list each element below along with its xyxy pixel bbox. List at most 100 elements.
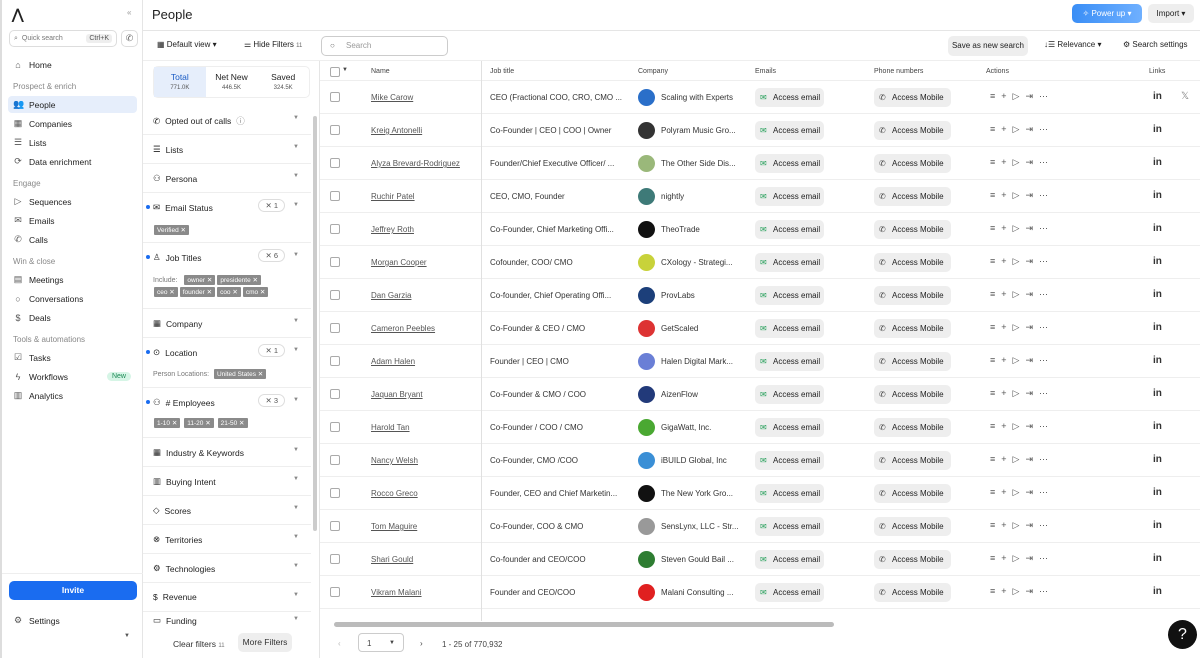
send-sequence-icon[interactable]: ▷ xyxy=(1013,355,1026,365)
apollo-logo-icon[interactable]: ⋀ xyxy=(12,6,23,23)
more-icon[interactable]: ⋯ xyxy=(1039,157,1054,167)
access-mobile-button[interactable]: ✆ Access Mobile xyxy=(874,451,951,470)
clear-count-button[interactable]: ✕ 6 xyxy=(258,249,285,262)
row-checkbox[interactable] xyxy=(330,587,340,597)
add-to-list-icon[interactable]: ≡+ xyxy=(990,190,1013,200)
access-mobile-button[interactable]: ✆ Access Mobile xyxy=(874,121,951,140)
power-up-button[interactable]: ✧ Power up ▾ xyxy=(1072,4,1142,23)
row-checkbox[interactable] xyxy=(330,356,340,366)
access-mobile-button[interactable]: ✆ Access Mobile xyxy=(874,286,951,305)
row-checkbox[interactable] xyxy=(330,224,340,234)
more-filters-button[interactable]: More Filters xyxy=(238,633,292,652)
add-to-list-icon[interactable]: ≡+ xyxy=(990,553,1013,563)
add-to-list-icon[interactable]: ≡+ xyxy=(990,223,1013,233)
filter-email-status[interactable]: ✉ Email Status ✕ 1 ▼ Verified ✕ xyxy=(143,193,311,243)
nav-home[interactable]: ⌂ Home xyxy=(8,56,137,73)
export-icon[interactable]: ⇥ xyxy=(1025,190,1039,200)
company-name[interactable]: Malani Consulting ... xyxy=(661,588,743,597)
nav-workflows[interactable]: ϟ Workflows New xyxy=(8,368,137,385)
export-icon[interactable]: ⇥ xyxy=(1025,553,1039,563)
company-name[interactable]: SensLynx, LLC - Str... xyxy=(661,522,743,531)
row-checkbox[interactable] xyxy=(330,389,340,399)
access-email-button[interactable]: ✉ Access email xyxy=(755,517,824,536)
person-name-link[interactable]: Jeffrey Roth xyxy=(371,225,414,234)
company-name[interactable]: GigaWatt, Inc. xyxy=(661,423,743,432)
company-name[interactable]: AizenFlow xyxy=(661,390,743,399)
person-name-link[interactable]: Harold Tan xyxy=(371,423,410,432)
access-email-button[interactable]: ✉ Access email xyxy=(755,220,824,239)
send-sequence-icon[interactable]: ▷ xyxy=(1013,520,1026,530)
export-icon[interactable]: ⇥ xyxy=(1025,421,1039,431)
nav-tasks[interactable]: ☑ Tasks xyxy=(8,349,137,366)
clear-count-button[interactable]: ✕ 1 xyxy=(258,199,285,212)
add-to-list-icon[interactable]: ≡+ xyxy=(990,124,1013,134)
more-icon[interactable]: ⋯ xyxy=(1039,190,1054,200)
access-mobile-button[interactable]: ✆ Access Mobile xyxy=(874,583,951,602)
row-checkbox[interactable] xyxy=(330,92,340,102)
chip[interactable]: owner ✕ xyxy=(184,275,216,285)
add-to-list-icon[interactable]: ≡+ xyxy=(990,421,1013,431)
filter-buying-intent[interactable]: ▥ Buying Intent ▼ xyxy=(143,467,311,496)
send-sequence-icon[interactable]: ▷ xyxy=(1013,388,1026,398)
export-icon[interactable]: ⇥ xyxy=(1025,487,1039,497)
access-email-button[interactable]: ✉ Access email xyxy=(755,88,824,107)
access-mobile-button[interactable]: ✆ Access Mobile xyxy=(874,319,951,338)
person-name-link[interactable]: Ruchir Patel xyxy=(371,192,415,201)
filter-industry[interactable]: ▦ Industry & Keywords ▼ xyxy=(143,438,311,467)
nav-meetings[interactable]: ▤ Meetings xyxy=(8,271,137,288)
more-icon[interactable]: ⋯ xyxy=(1039,289,1054,299)
chip[interactable]: founder ✕ xyxy=(179,287,216,297)
linkedin-icon[interactable]: in xyxy=(1153,586,1162,597)
tab-total[interactable]: Total 771.0K xyxy=(154,67,206,97)
nav-data-enrichment[interactable]: ⟳ Data enrichment xyxy=(8,153,137,170)
company-name[interactable]: The Other Side Dis... xyxy=(661,159,743,168)
filters-scrollbar[interactable] xyxy=(313,116,317,531)
search-settings-button[interactable]: ⚙ Search settings xyxy=(1123,40,1188,49)
access-email-button[interactable]: ✉ Access email xyxy=(755,385,824,404)
send-sequence-icon[interactable]: ▷ xyxy=(1013,586,1026,596)
more-icon[interactable]: ⋯ xyxy=(1039,553,1054,563)
nav-calls[interactable]: ✆ Calls xyxy=(8,231,137,248)
access-email-button[interactable]: ✉ Access email xyxy=(755,253,824,272)
more-icon[interactable]: ⋯ xyxy=(1039,256,1054,266)
filter-lists[interactable]: ☰ Lists ▼ xyxy=(143,135,311,164)
access-mobile-button[interactable]: ✆ Access Mobile xyxy=(874,550,951,569)
send-sequence-icon[interactable]: ▷ xyxy=(1013,322,1026,332)
access-mobile-button[interactable]: ✆ Access Mobile xyxy=(874,220,951,239)
dialer-button[interactable]: ✆ xyxy=(121,30,138,47)
row-checkbox[interactable] xyxy=(330,125,340,135)
send-sequence-icon[interactable]: ▷ xyxy=(1013,223,1026,233)
linkedin-icon[interactable]: in xyxy=(1153,91,1162,102)
access-mobile-button[interactable]: ✆ Access Mobile xyxy=(874,187,951,206)
add-to-list-icon[interactable]: ≡+ xyxy=(990,454,1013,464)
access-email-button[interactable]: ✉ Access email xyxy=(755,352,824,371)
nav-analytics[interactable]: ▥ Analytics xyxy=(8,387,137,404)
send-sequence-icon[interactable]: ▷ xyxy=(1013,91,1026,101)
export-icon[interactable]: ⇥ xyxy=(1025,223,1039,233)
linkedin-icon[interactable]: in xyxy=(1153,190,1162,201)
more-icon[interactable]: ⋯ xyxy=(1039,421,1054,431)
filter-revenue[interactable]: $ Revenue ▼ xyxy=(143,583,311,612)
company-name[interactable]: Polyram Music Gro... xyxy=(661,126,743,135)
add-to-list-icon[interactable]: ≡+ xyxy=(990,289,1013,299)
export-icon[interactable]: ⇥ xyxy=(1025,124,1039,134)
company-name[interactable]: CXology - Strategi... xyxy=(661,258,743,267)
export-icon[interactable]: ⇥ xyxy=(1025,586,1039,596)
filter-technologies[interactable]: ⚙ Technologies ▼ xyxy=(143,554,311,583)
more-icon[interactable]: ⋯ xyxy=(1039,223,1054,233)
linkedin-icon[interactable]: in xyxy=(1153,553,1162,564)
person-name-link[interactable]: Jaquan Bryant xyxy=(371,390,423,399)
col-job-title[interactable]: Job title xyxy=(490,68,514,75)
person-name-link[interactable]: Adam Halen xyxy=(371,357,415,366)
access-mobile-button[interactable]: ✆ Access Mobile xyxy=(874,385,951,404)
relevance-sort-dropdown[interactable]: ↓☰ Relevance ▾ xyxy=(1044,40,1101,49)
row-checkbox[interactable] xyxy=(330,290,340,300)
person-name-link[interactable]: Kreig Antonelli xyxy=(371,126,422,135)
nav-companies[interactable]: ▦ Companies xyxy=(8,115,137,132)
person-name-link[interactable]: Alyza Brevard-Rodriguez xyxy=(371,159,460,168)
select-dropdown-icon[interactable]: ▼ xyxy=(342,67,348,73)
person-name-link[interactable]: Morgan Cooper xyxy=(371,258,427,267)
company-name[interactable]: Scaling with Experts xyxy=(661,93,743,102)
row-checkbox[interactable] xyxy=(330,455,340,465)
send-sequence-icon[interactable]: ▷ xyxy=(1013,454,1026,464)
